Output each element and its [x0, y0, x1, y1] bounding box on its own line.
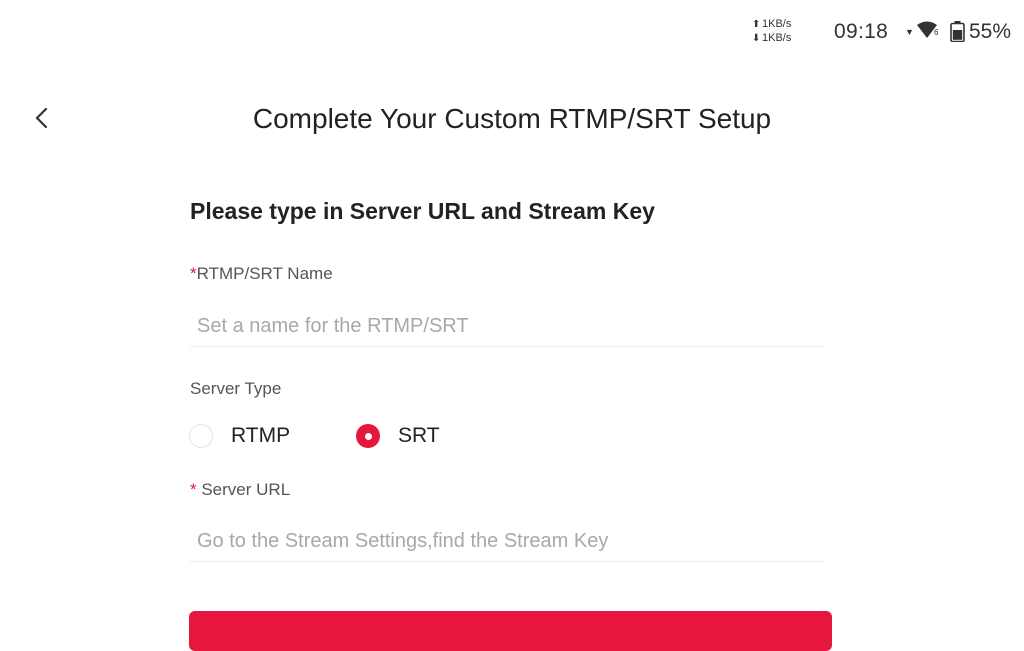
network-speed-indicator: ⬆ 1KB/s ⬇ 1KB/s [752, 17, 804, 47]
battery-icon [950, 21, 965, 43]
required-marker: * [190, 264, 197, 283]
download-arrow-icon: ⬇ [752, 33, 761, 44]
wifi-icon: 6 [917, 21, 943, 41]
radio-label-rtmp: RTMP [231, 424, 291, 447]
required-marker: * [190, 480, 197, 499]
battery-percentage: 55% [969, 20, 1012, 43]
page-title: Complete Your Custom RTMP/SRT Setup [252, 103, 772, 134]
signal-indicator-icon: ▼ [905, 27, 914, 37]
server-url-label: * Server URL [190, 480, 291, 499]
upload-arrow-icon: ⬆ [752, 19, 761, 30]
rtmp-srt-name-label: *RTMP/SRT Name [190, 264, 333, 283]
rtmp-srt-name-input[interactable] [190, 307, 824, 347]
server-type-option-rtmp[interactable]: RTMP [189, 422, 290, 450]
status-time: 09:18 [834, 20, 889, 43]
download-speed: 1KB/s [762, 32, 792, 44]
network-type-label: 6 [934, 28, 939, 37]
radio-rtmp[interactable] [189, 424, 213, 448]
server-type-label: Server Type [190, 379, 282, 398]
primary-action-button[interactable] [189, 611, 832, 651]
upload-speed: 1KB/s [762, 18, 792, 30]
section-title: Please type in Server URL and Stream Key [190, 198, 655, 224]
radio-label-srt: SRT [398, 424, 440, 447]
server-url-input[interactable] [190, 522, 824, 562]
server-type-option-srt[interactable]: SRT [356, 422, 440, 450]
radio-srt[interactable] [356, 424, 380, 448]
